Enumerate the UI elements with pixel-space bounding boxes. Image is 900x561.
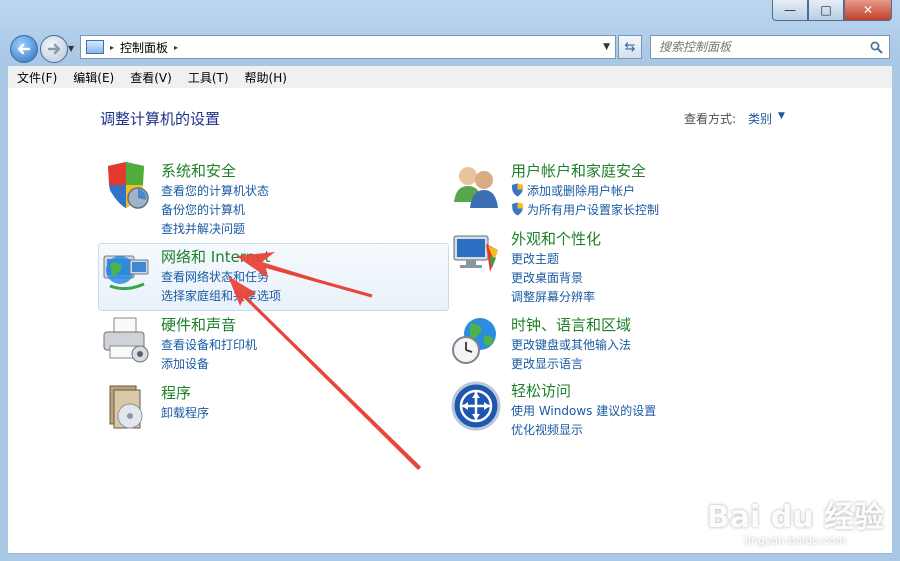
category-title[interactable]: 用户帐户和家庭安全 bbox=[511, 160, 646, 181]
baidu-watermark: Bai du 经验 jingyan.baidu.com bbox=[707, 492, 884, 547]
maximize-button[interactable]: □ bbox=[808, 0, 844, 21]
content-area: 调整计算机的设置 查看方式: 类别 ▼ 系统和安全 查看您的计算机状态 备份您的… bbox=[8, 88, 892, 554]
link-homegroup-sharing[interactable]: 选择家庭组和共享选项 bbox=[161, 287, 281, 306]
refresh-icon: ⇆ bbox=[624, 39, 636, 55]
link-add-remove-accounts[interactable]: 添加或删除用户帐户 bbox=[511, 182, 659, 201]
title-bar: — □ ✕ bbox=[0, 0, 900, 30]
link-troubleshoot[interactable]: 查找并解决问题 bbox=[161, 220, 269, 239]
back-button[interactable] bbox=[10, 35, 38, 63]
menu-view[interactable]: 查看(V) bbox=[121, 69, 179, 86]
watermark-logo: Bai du 经验 bbox=[706, 500, 884, 535]
menu-file[interactable]: 文件(F) bbox=[8, 69, 64, 86]
link-change-theme[interactable]: 更改主题 bbox=[511, 250, 595, 269]
search-box[interactable] bbox=[650, 35, 890, 59]
forward-arrow-icon bbox=[47, 43, 61, 55]
view-by-label: 查看方式: bbox=[684, 112, 737, 126]
menu-tools[interactable]: 工具(T) bbox=[179, 69, 236, 86]
programs-icon bbox=[109, 385, 143, 429]
link-label[interactable]: 添加或删除用户帐户 bbox=[527, 184, 635, 198]
page-title: 调整计算机的设置 bbox=[100, 110, 221, 128]
uac-shield-icon bbox=[512, 183, 523, 197]
menu-edit[interactable]: 编辑(E) bbox=[64, 69, 121, 86]
link-add-device[interactable]: 添加设备 bbox=[161, 355, 257, 374]
link-desktop-background[interactable]: 更改桌面背景 bbox=[511, 269, 595, 288]
link-display-language[interactable]: 更改显示语言 bbox=[511, 355, 631, 374]
chevron-down-icon[interactable]: ▼ bbox=[778, 111, 785, 121]
printer-icon bbox=[103, 317, 149, 363]
link-parental-controls[interactable]: 为所有用户设置家长控制 bbox=[511, 201, 659, 220]
link-input-methods[interactable]: 更改键盘或其他输入法 bbox=[511, 336, 631, 355]
link-recommended-settings[interactable]: 使用 Windows 建议的设置 bbox=[511, 402, 656, 421]
category-title[interactable]: 网络和 Internet bbox=[161, 246, 270, 267]
back-arrow-icon bbox=[17, 43, 31, 55]
breadcrumb-control-panel[interactable]: 控制面板 bbox=[120, 39, 168, 56]
minimize-button[interactable]: — bbox=[772, 0, 808, 21]
menu-bar: 文件(F) 编辑(E) 查看(V) 工具(T) 帮助(H) bbox=[8, 66, 892, 89]
link-view-computer-status[interactable]: 查看您的计算机状态 bbox=[161, 182, 269, 201]
users-icon bbox=[454, 167, 498, 208]
view-by-dropdown[interactable]: 类别 bbox=[748, 110, 772, 127]
address-bar[interactable]: ▸ 控制面板 ▸ ▼ bbox=[80, 35, 616, 59]
search-icon[interactable] bbox=[870, 41, 883, 54]
shield-computer-icon bbox=[108, 162, 149, 209]
category-title[interactable]: 外观和个性化 bbox=[511, 228, 601, 249]
link-screen-resolution[interactable]: 调整屏幕分辨率 bbox=[511, 288, 595, 307]
control-panel-icon bbox=[86, 40, 104, 54]
menu-help[interactable]: 帮助(H) bbox=[236, 69, 294, 86]
forward-button[interactable] bbox=[40, 35, 68, 63]
clock-globe-icon bbox=[452, 318, 496, 364]
navigation-bar: ▼ ▸ 控制面板 ▸ ▼ ⇆ bbox=[0, 31, 900, 65]
network-globe-icon bbox=[103, 255, 149, 291]
category-title[interactable]: 轻松访问 bbox=[511, 380, 571, 401]
link-devices-printers[interactable]: 查看设备和打印机 bbox=[161, 336, 257, 355]
recent-pages-dropdown[interactable]: ▼ bbox=[68, 44, 74, 53]
breadcrumb-separator[interactable]: ▸ bbox=[110, 43, 114, 52]
category-title[interactable]: 系统和安全 bbox=[161, 160, 236, 181]
uac-shield-icon bbox=[512, 202, 523, 216]
control-panel-window: — □ ✕ ▼ ▸ 控制面板 ▸ ▼ ⇆ 搜索控制面板 文件(F) 编辑(E) … bbox=[0, 0, 900, 561]
link-optimize-video[interactable]: 优化视频显示 bbox=[511, 421, 656, 440]
category-title[interactable]: 时钟、语言和区域 bbox=[511, 314, 631, 335]
breadcrumb-trail-separator[interactable]: ▸ bbox=[174, 43, 178, 52]
link-label[interactable]: 为所有用户设置家长控制 bbox=[527, 203, 659, 217]
category-title[interactable]: 程序 bbox=[161, 382, 191, 403]
address-dropdown-icon[interactable]: ▼ bbox=[603, 42, 610, 52]
link-backup-computer[interactable]: 备份您的计算机 bbox=[161, 201, 269, 220]
refresh-button[interactable]: ⇆ bbox=[618, 35, 642, 59]
link-network-status[interactable]: 查看网络状态和任务 bbox=[161, 268, 281, 287]
ease-of-access-icon bbox=[451, 381, 501, 431]
window-controls: — □ ✕ bbox=[772, 0, 892, 21]
link-uninstall-program[interactable]: 卸载程序 bbox=[161, 404, 209, 423]
monitor-palette-icon bbox=[453, 235, 498, 272]
category-title[interactable]: 硬件和声音 bbox=[161, 314, 236, 335]
search-input[interactable] bbox=[657, 39, 861, 55]
close-button[interactable]: ✕ bbox=[844, 0, 892, 21]
